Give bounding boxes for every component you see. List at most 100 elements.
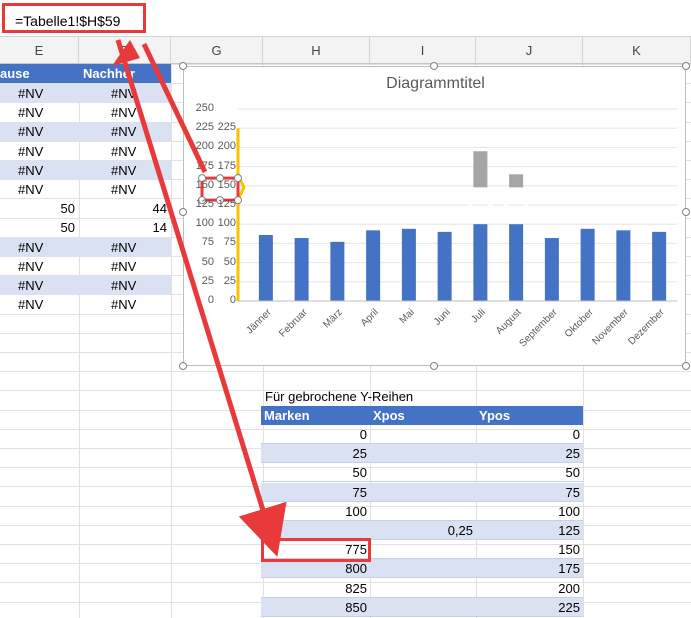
- left-header-e[interactable]: ause: [0, 64, 79, 83]
- chart-break-gap: [468, 202, 493, 224]
- bottom-table-cell[interactable]: 850: [261, 598, 370, 617]
- left-table-cell[interactable]: #NV: [0, 122, 79, 141]
- left-table-cell[interactable]: #NV: [79, 276, 171, 295]
- col-header-j[interactable]: J: [476, 37, 583, 64]
- bottom-table-cell[interactable]: 125: [476, 521, 583, 540]
- formula-bar[interactable]: =Tabelle1!$H$59: [0, 0, 691, 37]
- bottom-table-cell[interactable]: [370, 425, 476, 444]
- y-tick-label-secondary: 150: [217, 178, 236, 191]
- left-table-cell[interactable]: 50: [0, 199, 79, 218]
- col-header-i[interactable]: I: [370, 37, 476, 64]
- bottom-header-ypos[interactable]: Ypos: [476, 406, 583, 425]
- chart-handle-bm[interactable]: [430, 362, 438, 370]
- left-table-cell[interactable]: #NV: [79, 84, 171, 103]
- chart-handle-tl[interactable]: [179, 62, 187, 70]
- bottom-table-cell[interactable]: 0,25: [370, 521, 476, 540]
- col-header-e[interactable]: E: [0, 37, 79, 64]
- left-table-cell[interactable]: #NV: [79, 238, 171, 257]
- y-tick-label-secondary: 225: [217, 121, 236, 134]
- left-table-cell[interactable]: #NV: [79, 295, 171, 314]
- chart-bar-broken: [509, 174, 524, 188]
- bottom-table-cell[interactable]: 825: [261, 579, 370, 598]
- bottom-header-xpos[interactable]: Xpos: [370, 406, 476, 425]
- chart-bar: [258, 234, 273, 301]
- y-tick-label: 200: [195, 140, 214, 153]
- y-tick-label-secondary: 25: [223, 274, 236, 287]
- chart-handle-tm[interactable]: [430, 62, 438, 70]
- bottom-table-cell[interactable]: 0: [261, 425, 370, 444]
- left-table-cell[interactable]: #NV: [79, 142, 171, 161]
- chart-handle-tr[interactable]: [682, 62, 690, 70]
- left-table-cell[interactable]: #NV: [0, 180, 79, 199]
- left-table-cell[interactable]: 50: [0, 218, 79, 237]
- y-tick-label-secondary: 125: [217, 198, 236, 210]
- chart-handle-ml[interactable]: [179, 208, 187, 216]
- bottom-table-cell[interactable]: [370, 579, 476, 598]
- y-tick-label-secondary: 75: [223, 236, 236, 249]
- left-table-cell[interactable]: #NV: [79, 161, 171, 180]
- y-tick-label: 0: [207, 294, 214, 306]
- bottom-table-cell[interactable]: 0: [476, 425, 583, 444]
- grid-row-line: [0, 371, 691, 372]
- bottom-table-cell[interactable]: 75: [261, 483, 370, 502]
- y-tick-label: 225: [195, 121, 214, 134]
- left-table-cell[interactable]: #NV: [0, 142, 79, 161]
- bottom-table-cell[interactable]: 25: [476, 444, 583, 463]
- bottom-table-cell[interactable]: 25: [261, 444, 370, 463]
- chart-area[interactable]: Diagrammtitel 250 225 200 175 150 125 100 75 50 2…: [183, 66, 686, 366]
- chart-handle-bl[interactable]: [179, 362, 187, 370]
- bottom-table-cell[interactable]: [370, 559, 476, 578]
- left-table-cell[interactable]: #NV: [0, 238, 79, 257]
- bottom-table-cell[interactable]: 100: [476, 502, 583, 521]
- chart-bar: [652, 231, 667, 301]
- col-header-h[interactable]: H: [263, 37, 370, 64]
- bottom-table-cell[interactable]: 150: [476, 540, 583, 559]
- chart-handle-mr[interactable]: [682, 208, 690, 216]
- bottom-table-cell[interactable]: 75: [476, 483, 583, 502]
- left-table-cell[interactable]: #NV: [79, 257, 171, 276]
- axis-break-marker: [236, 128, 246, 301]
- col-header-k[interactable]: K: [583, 37, 691, 64]
- bottom-table-cell[interactable]: [370, 463, 476, 482]
- left-table-cell[interactable]: #NV: [0, 84, 79, 103]
- bottom-table-cell[interactable]: [370, 502, 476, 521]
- y-tick-label: 150: [195, 178, 214, 191]
- left-table-cell[interactable]: #NV: [0, 276, 79, 295]
- bottom-table-cell[interactable]: [370, 598, 476, 617]
- bottom-table-cell[interactable]: 225: [476, 598, 583, 617]
- left-table-cell[interactable]: #NV: [79, 122, 171, 141]
- left-table-cell[interactable]: #NV: [0, 295, 79, 314]
- chart-bar: [401, 228, 416, 301]
- y-tick-label: 100: [195, 217, 214, 230]
- chart-bar: [509, 224, 524, 301]
- bottom-table-cell[interactable]: 200: [476, 579, 583, 598]
- left-table-cell[interactable]: #NV: [0, 257, 79, 276]
- col-header-f[interactable]: F: [79, 37, 171, 64]
- bottom-table-cell[interactable]: [370, 444, 476, 463]
- left-table-cell[interactable]: #NV: [0, 161, 79, 180]
- chart-handle-br[interactable]: [682, 362, 690, 370]
- y-tick-label-secondary: 100: [217, 217, 236, 230]
- chart-bar: [473, 224, 488, 301]
- bottom-table-cell[interactable]: 100: [261, 502, 370, 521]
- col-header-g[interactable]: G: [171, 37, 263, 64]
- bottom-header-marken[interactable]: Marken: [261, 406, 370, 425]
- chart-bar: [330, 241, 345, 301]
- bottom-table-cell[interactable]: [370, 540, 476, 559]
- left-table-cell[interactable]: #NV: [79, 180, 171, 199]
- chart-bar: [294, 238, 309, 301]
- left-table-cell[interactable]: #NV: [79, 103, 171, 122]
- left-table-cell[interactable]: 44: [79, 199, 171, 218]
- bottom-table-cell[interactable]: [370, 483, 476, 502]
- y-tick-label: 25: [201, 274, 214, 287]
- left-header-f[interactable]: Nachher: [79, 64, 171, 83]
- bottom-table-cell[interactable]: 175: [476, 559, 583, 578]
- left-table-cell[interactable]: 14: [79, 218, 171, 237]
- formula-input[interactable]: =Tabelle1!$H$59: [2, 3, 146, 33]
- left-table-cell[interactable]: #NV: [0, 103, 79, 122]
- y-tick-label: 250: [195, 102, 214, 114]
- bottom-table-cell[interactable]: 50: [261, 463, 370, 482]
- bottom-table-cell[interactable]: 50: [476, 463, 583, 482]
- chart-bar: [544, 238, 559, 301]
- y-tick-label: 75: [201, 236, 214, 249]
